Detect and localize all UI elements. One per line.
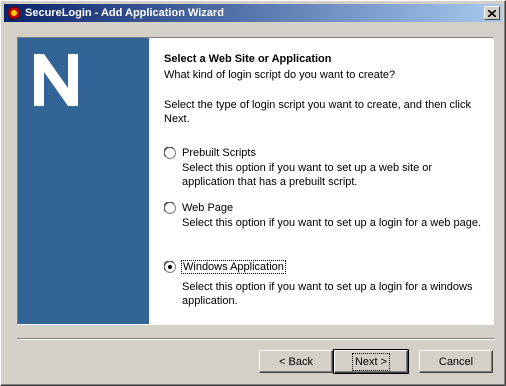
wizard-side-panel bbox=[18, 38, 149, 324]
radio-web-page[interactable] bbox=[164, 202, 176, 214]
option-description: Select this option if you want to set up… bbox=[182, 162, 433, 188]
back-button[interactable]: < Back bbox=[259, 350, 333, 373]
novell-logo bbox=[34, 54, 78, 106]
page-heading: Select a Web Site or Application bbox=[164, 53, 332, 65]
instructions-text: Select the type of login script you want… bbox=[164, 99, 471, 125]
securelogin-app-icon[interactable] bbox=[7, 6, 21, 20]
option-label[interactable]: Web Page bbox=[182, 201, 233, 215]
close-icon bbox=[488, 9, 496, 17]
page-subheading: What kind of login script do you want to… bbox=[164, 69, 396, 81]
wizard-window: SecureLogin - Add Application Wizard Sel… bbox=[0, 0, 506, 386]
button-separator bbox=[17, 338, 494, 340]
option-label[interactable]: Windows Application bbox=[181, 260, 286, 274]
radio-windows-application[interactable] bbox=[164, 261, 176, 273]
wizard-main-panel: Select a Web Site or Application What ki… bbox=[164, 52, 489, 126]
option-label[interactable]: Prebuilt Scripts bbox=[182, 146, 256, 160]
next-button[interactable]: Next > bbox=[333, 349, 409, 374]
option-description: Select this option if you want to set up… bbox=[182, 217, 482, 229]
window-title: SecureLogin - Add Application Wizard bbox=[25, 7, 224, 19]
next-button-label: Next > bbox=[351, 352, 391, 371]
cancel-button[interactable]: Cancel bbox=[419, 350, 493, 373]
wizard-content: Select a Web Site or Application What ki… bbox=[17, 37, 494, 325]
option-label-focused[interactable]: Windows Application bbox=[181, 260, 286, 274]
option-description: Select this option if you want to set up… bbox=[182, 281, 473, 307]
title-bar[interactable]: SecureLogin - Add Application Wizard bbox=[4, 4, 502, 22]
close-button[interactable] bbox=[484, 6, 500, 20]
radio-prebuilt-scripts[interactable] bbox=[164, 147, 176, 159]
